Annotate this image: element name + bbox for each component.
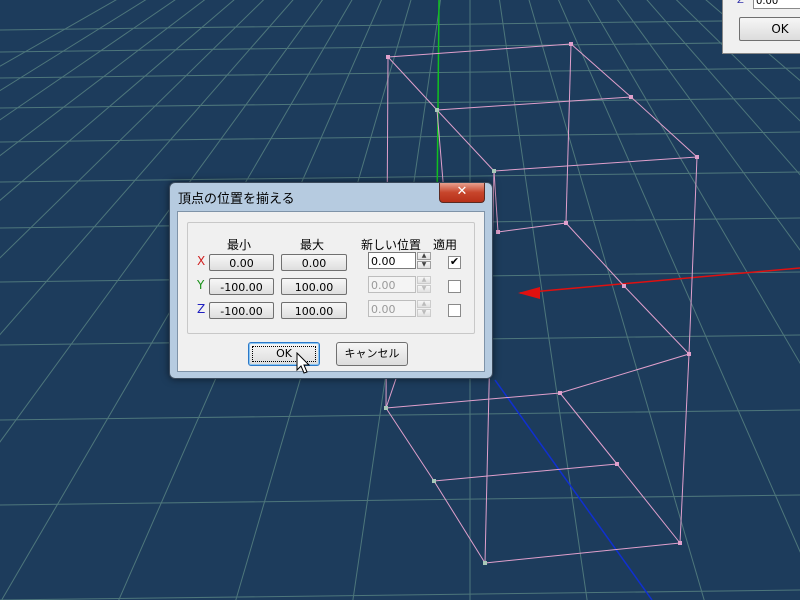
y-new-position-input[interactable]: 0.00 — [368, 276, 416, 293]
new-position-header: 新しい位置 — [361, 238, 422, 252]
mesh-vertex — [483, 561, 487, 565]
z-max-button[interactable]: 100.00 — [281, 302, 347, 319]
x-new-position-input[interactable]: 0.00 — [368, 252, 416, 269]
mesh-vertex — [678, 541, 682, 545]
y-apply-checkbox[interactable] — [448, 280, 461, 293]
max-header: 最大 — [300, 238, 325, 252]
mesh-vertex — [558, 391, 562, 395]
x-spinner[interactable]: ▲ ▼ — [417, 252, 431, 269]
align-vertices-dialog: 頂点の位置を揃える ✕ 最小 最大 新しい位置 適用 X 0.00 0.00 0… — [169, 182, 493, 379]
mesh-vertex — [569, 42, 573, 46]
mouse-cursor-icon — [296, 352, 311, 374]
mesh-vertex — [629, 95, 633, 99]
spin-down-icon[interactable]: ▼ — [417, 261, 431, 269]
spin-up-icon[interactable]: ▲ — [417, 276, 431, 284]
mesh-vertex — [386, 55, 390, 59]
spin-up-icon[interactable]: ▲ — [417, 252, 431, 260]
z-spinner[interactable]: ▲ ▼ — [417, 300, 431, 317]
y-spinner[interactable]: ▲ ▼ — [417, 276, 431, 293]
partial-ok-button[interactable]: OK — [739, 17, 800, 41]
z-axis-label: Z — [197, 302, 206, 316]
y-axis-label: Y — [197, 278, 205, 292]
y-max-button[interactable]: 100.00 — [281, 278, 347, 295]
spin-down-icon[interactable]: ▼ — [417, 309, 431, 317]
mesh-vertex — [564, 221, 568, 225]
mesh-vertex — [492, 169, 496, 173]
y-min-button[interactable]: -100.00 — [209, 278, 274, 295]
mesh-vertex — [384, 406, 388, 410]
mesh-vertex — [432, 479, 436, 483]
x-axis-label: X — [197, 254, 206, 268]
z-value-field[interactable]: 0.00 — [753, 0, 800, 9]
mesh-vertex — [496, 230, 500, 234]
dialog-client-area: 最小 最大 新しい位置 適用 X 0.00 0.00 0.00 ▲ ▼ ✔ Y … — [177, 211, 485, 372]
spin-down-icon[interactable]: ▼ — [417, 285, 431, 293]
cancel-button[interactable]: キャンセル — [336, 342, 408, 366]
mesh-vertex — [695, 155, 699, 159]
min-header: 最小 — [227, 238, 252, 252]
mesh-vertex — [435, 108, 439, 112]
x-max-button[interactable]: 0.00 — [281, 254, 347, 271]
z-apply-checkbox[interactable] — [448, 304, 461, 317]
dialog-titlebar[interactable]: 頂点の位置を揃える ✕ — [170, 183, 492, 211]
mesh-vertex — [622, 284, 626, 288]
partial-window: Z 0.00 OK — [722, 0, 800, 54]
x-apply-checkbox[interactable]: ✔ — [448, 256, 461, 269]
mesh-vertex — [687, 352, 691, 356]
z-new-position-input[interactable]: 0.00 — [368, 300, 416, 317]
z-min-button[interactable]: -100.00 — [209, 302, 274, 319]
spin-up-icon[interactable]: ▲ — [417, 300, 431, 308]
mesh-vertex — [615, 462, 619, 466]
dialog-title: 頂点の位置を揃える — [178, 192, 295, 207]
close-button[interactable]: ✕ — [439, 183, 485, 203]
close-icon: ✕ — [456, 184, 468, 199]
z-axis-label: Z — [737, 0, 744, 6]
apply-header: 適用 — [433, 238, 458, 252]
x-min-button[interactable]: 0.00 — [209, 254, 274, 271]
